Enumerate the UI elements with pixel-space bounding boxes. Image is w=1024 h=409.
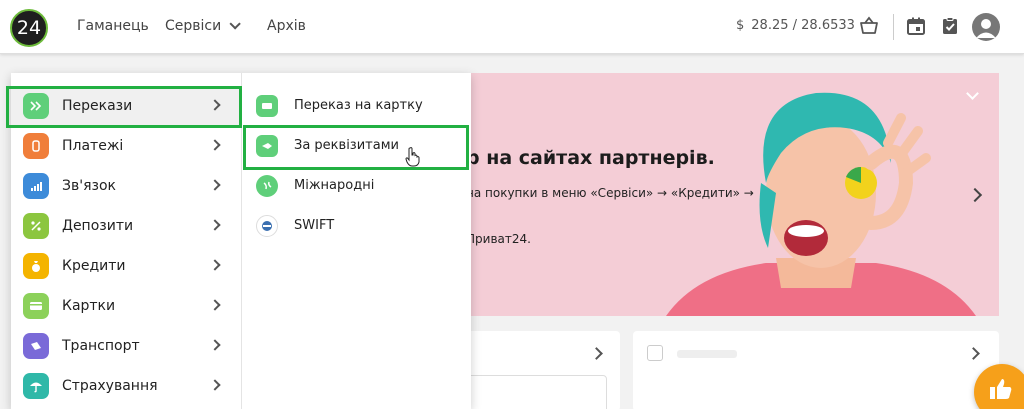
payments-icon bbox=[23, 133, 49, 159]
menu-item-label: Зв'язок bbox=[62, 178, 116, 194]
menu-item-communication[interactable]: Зв'язок bbox=[11, 166, 241, 206]
submenu-item-label: SWIFT bbox=[294, 218, 335, 233]
header-divider bbox=[893, 14, 894, 40]
content-card-left[interactable] bbox=[466, 331, 620, 409]
chevron-right-icon[interactable] bbox=[967, 347, 980, 360]
chevron-right-icon bbox=[209, 299, 221, 311]
promo-banner[interactable]: р на сайтах партнерів. на покупки в меню… bbox=[466, 73, 999, 316]
menu-item-label: Страхування bbox=[62, 378, 158, 394]
currency-symbol: $ bbox=[736, 18, 745, 33]
transport-icon bbox=[23, 333, 49, 359]
menu-item-cards[interactable]: Картки bbox=[11, 286, 241, 326]
chevron-right-icon[interactable] bbox=[590, 347, 603, 360]
nav-services[interactable]: Сервіси bbox=[165, 18, 241, 34]
content-card-right[interactable] bbox=[633, 331, 999, 409]
avatar-icon[interactable] bbox=[972, 13, 1000, 41]
calendar-icon[interactable] bbox=[906, 16, 926, 36]
nav-wallet[interactable]: Гаманець bbox=[77, 18, 149, 34]
chevron-right-icon bbox=[209, 379, 221, 391]
menu-item-label: Транспорт bbox=[62, 338, 140, 354]
card-transfer-icon bbox=[256, 95, 278, 117]
menu-item-label: Депозити bbox=[62, 218, 134, 234]
menu-item-credits[interactable]: Кредити bbox=[11, 246, 241, 286]
chevron-right-icon bbox=[209, 339, 221, 351]
card-inner-box bbox=[466, 375, 607, 409]
card-checkbox[interactable] bbox=[647, 345, 663, 361]
menu-item-label: Картки bbox=[62, 298, 116, 314]
highlight-box-requisites bbox=[243, 125, 469, 170]
basket-icon[interactable] bbox=[859, 16, 879, 36]
submenu-item-label: Міжнародні bbox=[294, 178, 375, 193]
top-header: 24 Гаманець Сервіси Архів $28.25 / 28.65… bbox=[0, 0, 1024, 54]
submenu-item-international[interactable]: Міжнародні bbox=[242, 166, 471, 206]
menu-item-deposits[interactable]: Депозити bbox=[11, 206, 241, 246]
chevron-right-icon bbox=[209, 259, 221, 271]
chevron-right-icon bbox=[209, 219, 221, 231]
menu-item-label: Кредити bbox=[62, 258, 126, 274]
task-icon[interactable] bbox=[940, 16, 960, 36]
card-icon bbox=[23, 293, 49, 319]
menu-item-insurance[interactable]: Страхування bbox=[11, 366, 241, 406]
thumbs-up-icon bbox=[990, 379, 1012, 399]
nav-archive[interactable]: Архів bbox=[267, 18, 306, 34]
swift-icon bbox=[256, 215, 278, 237]
exchange-rate[interactable]: $28.25 / 28.6533 bbox=[736, 18, 855, 33]
hand-cursor-icon bbox=[405, 147, 420, 167]
umbrella-icon bbox=[23, 373, 49, 399]
chevron-right-icon bbox=[209, 139, 221, 151]
percent-icon bbox=[23, 213, 49, 239]
banner-woman-image bbox=[666, 92, 976, 316]
chevron-down-icon bbox=[229, 18, 241, 30]
highlight-box-transfers bbox=[6, 86, 242, 128]
chevron-right-icon bbox=[209, 179, 221, 191]
menu-item-transport[interactable]: Транспорт bbox=[11, 326, 241, 366]
submenu-item-label: Переказ на картку bbox=[294, 98, 423, 113]
exchange-rate-value: 28.25 / 28.6533 bbox=[751, 18, 855, 33]
banner-text-line2: Приват24. bbox=[466, 232, 531, 246]
card-placeholder bbox=[677, 350, 737, 358]
privat24-logo[interactable]: 24 bbox=[10, 9, 48, 47]
submenu-item-card-transfer[interactable]: Переказ на картку bbox=[242, 86, 471, 126]
globe-icon bbox=[256, 175, 278, 197]
nav-services-label: Сервіси bbox=[165, 18, 222, 34]
submenu-item-swift[interactable]: SWIFT bbox=[242, 206, 471, 246]
menu-item-payments[interactable]: Платежі bbox=[11, 126, 241, 166]
signal-icon bbox=[23, 173, 49, 199]
menu-item-label: Платежі bbox=[62, 138, 124, 154]
money-bag-icon bbox=[23, 253, 49, 279]
